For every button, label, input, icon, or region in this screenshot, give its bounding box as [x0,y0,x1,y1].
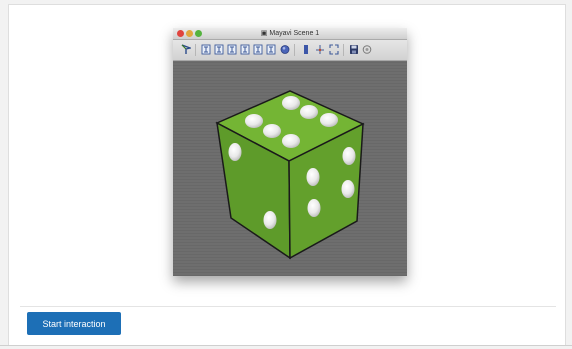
view-x-minus-icon[interactable] [214,44,224,55]
mayavi-logo-icon[interactable] [181,44,191,55]
die-pip [263,124,281,138]
window-doc-icon: ▣ [260,30,268,37]
scene-toolbar [173,40,407,61]
die-pip [306,168,320,186]
window-title: ▣ Mayavi Scene 1 [260,30,320,37]
die-pip [282,96,300,110]
settings-icon[interactable] [362,44,372,55]
view-z-minus-icon[interactable] [266,44,276,55]
dice-3d-render [215,90,365,260]
axes-toggle-icon[interactable] [315,44,325,55]
3d-scene-viewport[interactable] [173,61,407,276]
die-pip [245,114,263,128]
fullscreen-icon[interactable] [329,44,339,55]
section-divider [20,306,556,307]
die-pip [300,105,318,119]
die-pip [263,211,277,229]
die-pip [320,113,338,127]
isometric-view-icon[interactable] [280,44,290,55]
view-z-plus-icon[interactable] [253,44,263,55]
mayavi-scene-window[interactable]: ▣ Mayavi Scene 1 [173,28,407,276]
start-interaction-button[interactable]: Start interaction [27,312,121,335]
die-pip [228,143,242,161]
toolbar-separator [195,44,196,56]
die-pip [282,134,300,148]
die-pip [342,147,356,165]
view-y-plus-icon[interactable] [227,44,237,55]
window-titlebar[interactable]: ▣ Mayavi Scene 1 [173,28,407,40]
view-y-minus-icon[interactable] [240,44,250,55]
bottom-border [0,345,572,346]
save-icon[interactable] [349,44,359,55]
toolbar-separator [294,44,295,56]
toolbar-separator [343,44,344,56]
die-pip [307,199,321,217]
parallel-projection-icon[interactable] [301,44,311,55]
die-pip [341,180,355,198]
view-x-plus-icon[interactable] [201,44,211,55]
